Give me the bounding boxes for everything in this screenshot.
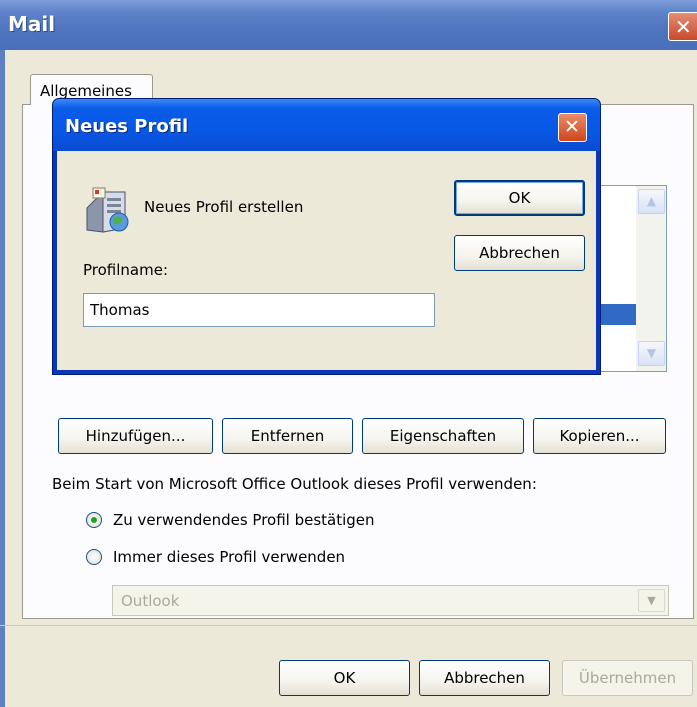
chevron-down-icon[interactable]: ▼: [638, 589, 665, 612]
radio-button[interactable]: [86, 549, 102, 565]
apply-button[interactable]: Übernehmen: [562, 660, 693, 696]
close-icon: ✕: [675, 15, 692, 39]
close-icon: ✕: [564, 116, 580, 138]
mail-titlebar[interactable]: Mail ✕: [0, 0, 697, 50]
window-close-button[interactable]: ✕: [668, 12, 697, 41]
add-profile-button[interactable]: Hinzufügen...: [58, 418, 213, 454]
radio-label: Immer dieses Profil verwenden: [113, 548, 346, 566]
cancel-button[interactable]: Abbrechen: [419, 660, 550, 696]
divider: [0, 625, 697, 626]
scroll-up-arrow-icon[interactable]: ▲: [638, 189, 665, 214]
radio-button-selected[interactable]: [86, 512, 102, 528]
properties-button[interactable]: Eigenschaften: [362, 418, 524, 454]
profile-server-icon: [86, 187, 129, 233]
profile-name-label: Profilname:: [83, 261, 169, 279]
window-border: [0, 50, 5, 707]
radio-label: Zu verwendendes Profil bestätigen: [113, 511, 375, 529]
profile-list[interactable]: ▲ ▼: [590, 185, 667, 372]
list-scrollbar[interactable]: ▲ ▼: [636, 186, 666, 371]
dialog-heading: Neues Profil erstellen: [144, 198, 304, 216]
dialog-cancel-button[interactable]: Abbrechen: [454, 235, 585, 271]
remove-profile-button[interactable]: Entfernen: [222, 418, 353, 454]
profile-select[interactable]: Outlook ▼: [112, 585, 669, 616]
dialog-body: Neues Profil erstellen Profilname: OK Ab…: [57, 151, 596, 370]
new-profile-dialog: Neues Profil ✕ Neues Profil erstellen Pr…: [52, 98, 601, 375]
ok-button[interactable]: OK: [279, 660, 410, 696]
profile-name-input[interactable]: [83, 293, 435, 327]
window-title: Mail: [8, 12, 56, 36]
copy-profile-button[interactable]: Kopieren...: [533, 418, 666, 454]
dialog-titlebar[interactable]: Neues Profil ✕: [53, 99, 600, 151]
dialog-ok-button[interactable]: OK: [454, 180, 585, 216]
scroll-down-arrow-icon[interactable]: ▼: [638, 341, 665, 366]
radio-dot: [91, 517, 97, 523]
profile-select-value: Outlook: [121, 592, 180, 610]
dialog-title: Neues Profil: [65, 116, 189, 137]
dialog-close-button[interactable]: ✕: [558, 113, 587, 142]
startup-profile-label: Beim Start von Microsoft Office Outlook …: [52, 475, 537, 493]
